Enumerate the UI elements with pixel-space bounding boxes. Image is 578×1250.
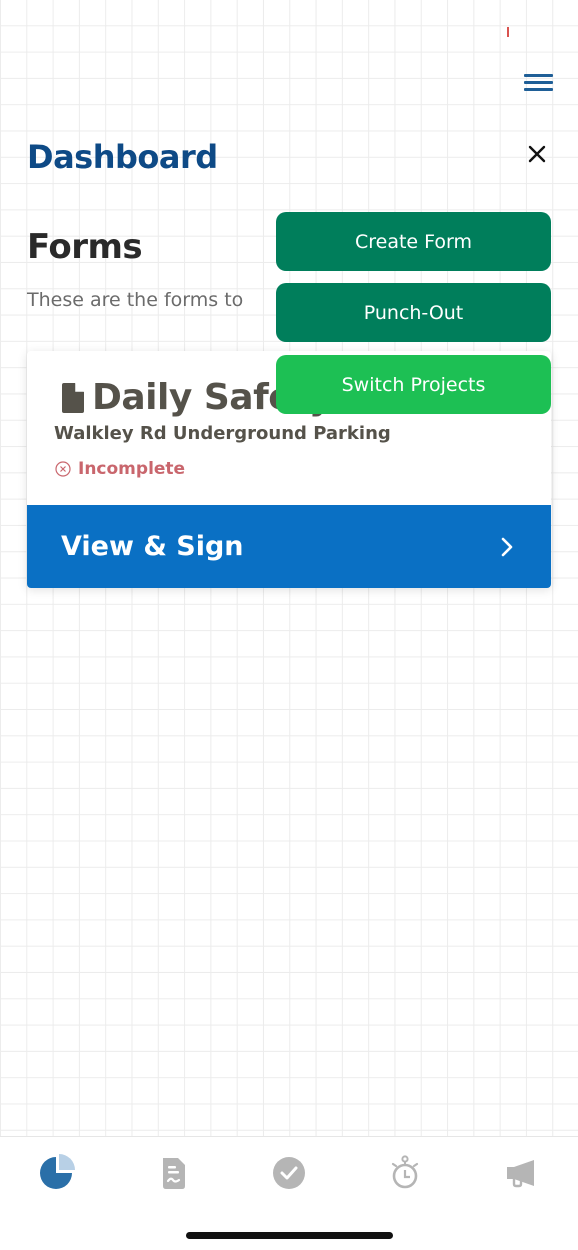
tab-dashboard[interactable]	[33, 1149, 83, 1197]
section-title: Forms	[27, 227, 143, 267]
switch-projects-button[interactable]: Switch Projects	[276, 355, 551, 414]
punch-out-button[interactable]: Punch-Out	[276, 283, 551, 342]
pie-chart-icon	[40, 1154, 75, 1189]
view-and-sign-button[interactable]: View & Sign	[27, 505, 551, 588]
tab-timesheet[interactable]	[380, 1149, 430, 1197]
document-icon	[62, 382, 84, 413]
close-icon	[528, 145, 546, 163]
check-circle-icon	[273, 1157, 305, 1189]
section-description: These are the forms to	[27, 289, 244, 311]
status-badge: Incomplete	[55, 459, 185, 479]
hamburger-icon-line	[524, 81, 553, 84]
signed-document-icon	[163, 1158, 185, 1189]
tab-announcements[interactable]	[495, 1149, 545, 1197]
x-circle-icon	[55, 461, 71, 477]
view-and-sign-label: View & Sign	[61, 531, 244, 562]
hamburger-menu-button[interactable]	[524, 73, 553, 91]
page-title: Dashboard	[27, 138, 218, 176]
hamburger-icon-line	[524, 74, 553, 77]
megaphone-icon	[507, 1160, 534, 1188]
status-text: Incomplete	[78, 459, 186, 479]
status-bar-indicator	[507, 27, 509, 37]
stopwatch-icon	[391, 1155, 419, 1189]
hamburger-icon-line	[524, 88, 553, 91]
close-button[interactable]	[524, 141, 550, 167]
create-form-button[interactable]: Create Form	[276, 212, 551, 271]
form-project-name: Walkley Rd Underground Parking	[54, 423, 391, 444]
tab-forms[interactable]	[149, 1149, 199, 1197]
tab-tasks[interactable]	[264, 1149, 314, 1197]
chevron-right-icon	[501, 537, 513, 556]
home-indicator	[186, 1232, 393, 1239]
